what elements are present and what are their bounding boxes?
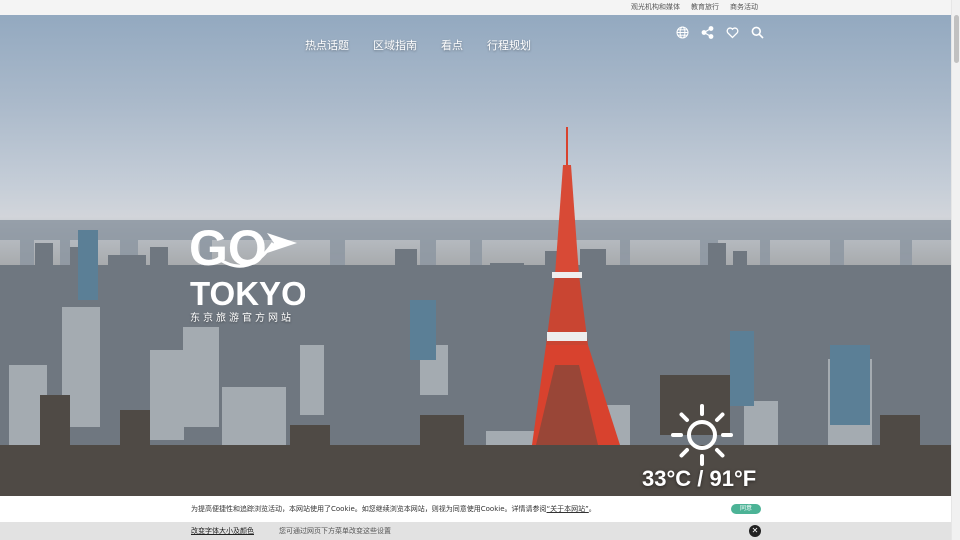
scrollbar-thumb[interactable] — [954, 15, 959, 63]
logo-tokyo-text: TOKYO — [190, 275, 305, 312]
logo-go-text: GO — [189, 220, 267, 276]
logo-subtitle: 东京旅游官方网站 — [190, 313, 294, 324]
temperature-display: 33°C / 91°F — [642, 466, 757, 491]
sun-icon — [670, 403, 734, 467]
hero-banner: 热点话题 区域指南 看点 行程规划 — [0, 15, 951, 496]
share-icon[interactable] — [701, 24, 714, 39]
go-tokyo-logo[interactable]: GO TOKYO — [189, 219, 307, 327]
page-scrollbar[interactable] — [951, 0, 960, 540]
top-link-education-travel[interactable]: 教育旅行 — [691, 2, 719, 12]
nav-trip-planning[interactable]: 行程规划 — [487, 39, 531, 53]
globe-icon[interactable] — [676, 24, 689, 39]
tokyo-skyline-image — [0, 127, 951, 496]
heart-icon[interactable] — [726, 24, 739, 39]
top-link-business-events[interactable]: 商务活动 — [730, 2, 758, 12]
nav-things-to-see[interactable]: 看点 — [441, 39, 463, 53]
about-site-link[interactable]: “关于本网站” — [547, 505, 589, 513]
font-settings-hint: 您可通过网页下方菜单改变这些设置 — [279, 527, 391, 535]
header-icons — [676, 24, 764, 39]
nav-hot-topics[interactable]: 热点话题 — [305, 39, 349, 53]
accept-cookies-button[interactable]: 同意 — [731, 504, 761, 514]
top-link-tourism-media[interactable]: 观光机构和媒体 — [631, 2, 680, 12]
cookie-message: 为提高便捷性和追踪浏览活动，本网站使用了Cookie。如您继续浏览本网站，则视为… — [191, 505, 596, 514]
main-navigation: 热点话题 区域指南 看点 行程规划 — [305, 39, 531, 53]
cookie-banner: 为提高便捷性和追踪浏览活动，本网站使用了Cookie。如您继续浏览本网站，则视为… — [0, 496, 951, 522]
top-links: 观光机构和媒体 教育旅行 商务活动 — [631, 2, 758, 12]
nav-area-guide[interactable]: 区域指南 — [373, 39, 417, 53]
cookie-text-after: 。 — [588, 505, 596, 513]
cookie-text-before: 为提高便捷性和追踪浏览活动，本网站使用了Cookie。如您继续浏览本网站，则视为… — [191, 505, 547, 513]
search-icon[interactable] — [751, 24, 764, 39]
close-icon[interactable]: ✕ — [749, 525, 761, 537]
change-font-link[interactable]: 改变字体大小及颜色 — [191, 527, 254, 536]
font-settings-bar: 改变字体大小及颜色 您可通过网页下方菜单改变这些设置 ✕ — [0, 522, 951, 540]
top-utility-bar: 观光机构和媒体 教育旅行 商务活动 — [0, 0, 951, 15]
